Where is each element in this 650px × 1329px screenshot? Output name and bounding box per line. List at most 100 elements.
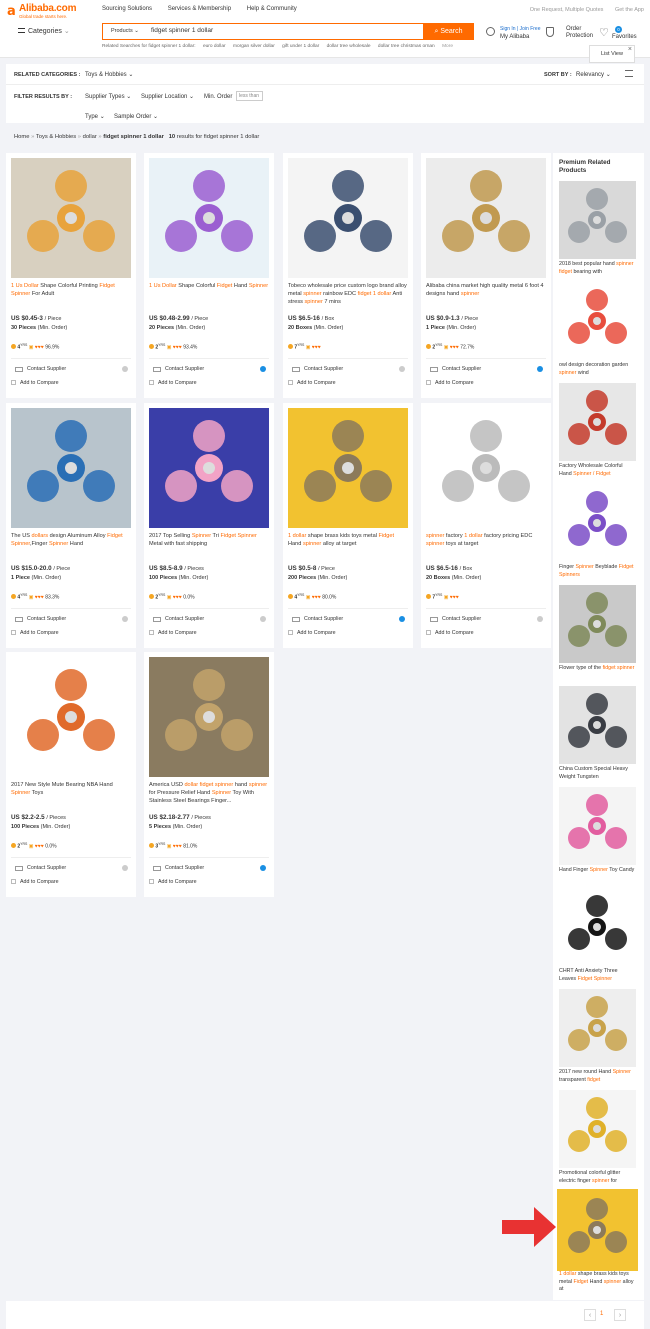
sample-order-dropdown[interactable]: Sample Order ⌄ bbox=[114, 113, 158, 120]
add-to-compare[interactable]: Add to Compare bbox=[149, 879, 197, 885]
alibaba-logo[interactable]: a Alibaba.com Global trade starts here. bbox=[7, 3, 87, 21]
compare-checkbox[interactable] bbox=[149, 879, 154, 884]
compare-checkbox[interactable] bbox=[288, 380, 293, 385]
product-title[interactable]: Alibaba china market high quality metal … bbox=[426, 282, 546, 298]
add-to-compare[interactable]: Add to Compare bbox=[288, 630, 336, 636]
type-dropdown[interactable]: Type ⌄ bbox=[85, 113, 105, 120]
premium-item-image[interactable] bbox=[559, 989, 636, 1067]
related-category-dropdown[interactable]: Toys & Hobbies ⌄ bbox=[85, 71, 133, 78]
product-card[interactable]: Tobeco wholesale price custom logo brand… bbox=[283, 153, 413, 398]
product-title[interactable]: 2017 New Style Mute Bearing NBA Hand Spi… bbox=[11, 781, 131, 797]
product-image[interactable] bbox=[149, 657, 269, 777]
premium-item-image[interactable] bbox=[559, 686, 636, 764]
contact-supplier-button[interactable]: Contact Supplier bbox=[11, 863, 131, 874]
product-title[interactable]: 1 dollar shape brass kids toys metal Fid… bbox=[288, 532, 408, 548]
close-icon[interactable]: × bbox=[628, 41, 632, 58]
nav-sourcing-solutions[interactable]: Sourcing Solutions bbox=[102, 6, 152, 12]
related-search-link[interactable]: dollar tree christmas ornan bbox=[378, 44, 435, 49]
product-image[interactable] bbox=[11, 408, 131, 528]
list-view-popup[interactable]: List View × bbox=[589, 45, 635, 63]
premium-item[interactable]: 2018 best popular hand spinner fidget be… bbox=[559, 181, 636, 276]
premium-item-title[interactable]: Promotional colorful glitter electric fi… bbox=[559, 1170, 636, 1185]
compare-checkbox[interactable] bbox=[11, 630, 16, 635]
list-view-icon[interactable] bbox=[625, 70, 633, 77]
breadcrumb-home[interactable]: Home bbox=[14, 134, 29, 140]
product-image[interactable] bbox=[288, 408, 408, 528]
product-card[interactable]: 1 dollar shape brass kids toys metal Fid… bbox=[283, 403, 413, 648]
premium-item-title[interactable]: Hand Finger Spinner Toy Candy bbox=[559, 867, 636, 875]
search-button[interactable]: ⌕ Search bbox=[423, 23, 474, 40]
next-page-button[interactable]: › bbox=[614, 1309, 626, 1321]
contact-supplier-button[interactable]: Contact Supplier bbox=[149, 614, 269, 625]
chat-status-icon[interactable] bbox=[537, 616, 543, 622]
premium-item[interactable]: Factory Wholesale Colorful Hand Spinner … bbox=[559, 383, 636, 478]
premium-item-title[interactable]: Flower type of the fidget spinner bbox=[559, 665, 636, 673]
breadcrumb-dollar[interactable]: dollar bbox=[83, 134, 97, 140]
my-alibaba-link[interactable]: My Alibaba bbox=[500, 34, 529, 40]
product-title[interactable]: 2017 Top Selling Spinner Tri Fidget Spin… bbox=[149, 532, 269, 548]
prev-page-button[interactable]: ‹ bbox=[584, 1309, 596, 1321]
sort-by-dropdown[interactable]: Relevancy ⌄ bbox=[576, 71, 611, 78]
add-to-compare[interactable]: Add to Compare bbox=[426, 380, 474, 386]
contact-supplier-button[interactable]: Contact Supplier bbox=[426, 364, 546, 375]
premium-item-title[interactable]: CHRT Anti Anxiety Three Leaves Fidget Sp… bbox=[559, 968, 636, 983]
product-card[interactable]: The US dollars design Aluminum Alloy Fid… bbox=[6, 403, 136, 648]
premium-item-image[interactable] bbox=[559, 1090, 636, 1168]
premium-item[interactable]: 2017 new round Hand Spinner transparent … bbox=[559, 989, 636, 1084]
add-to-compare[interactable]: Add to Compare bbox=[11, 380, 59, 386]
get-the-app-link[interactable]: Get the App bbox=[615, 7, 644, 13]
premium-item-title[interactable]: 2017 new round Hand Spinner transparent … bbox=[559, 1069, 636, 1084]
product-card[interactable]: 2017 New Style Mute Bearing NBA Hand Spi… bbox=[6, 652, 136, 897]
product-image[interactable] bbox=[149, 158, 269, 278]
product-title[interactable]: Tobeco wholesale price custom logo brand… bbox=[288, 282, 408, 306]
compare-checkbox[interactable] bbox=[11, 879, 16, 884]
product-title[interactable]: spinner factory 1 dollar factory pricing… bbox=[426, 532, 546, 548]
product-card[interactable]: Alibaba china market high quality metal … bbox=[421, 153, 551, 398]
product-image[interactable] bbox=[149, 408, 269, 528]
compare-checkbox[interactable] bbox=[426, 630, 431, 635]
categories-menu[interactable]: Categories ⌄ bbox=[18, 27, 70, 35]
product-title[interactable]: America USD dollar fidget spinner hand s… bbox=[149, 781, 269, 805]
product-image[interactable] bbox=[288, 158, 408, 278]
premium-item-image[interactable] bbox=[559, 585, 636, 663]
premium-item[interactable]: Finger Spinner Beyblade Fidget Spinners bbox=[559, 484, 636, 579]
contact-supplier-button[interactable]: Contact Supplier bbox=[149, 863, 269, 874]
premium-item[interactable]: Promotional colorful glitter electric fi… bbox=[559, 1090, 636, 1185]
contact-supplier-button[interactable]: Contact Supplier bbox=[149, 364, 269, 375]
premium-item-image[interactable] bbox=[559, 181, 636, 259]
add-to-compare[interactable]: Add to Compare bbox=[288, 380, 336, 386]
premium-item[interactable]: CHRT Anti Anxiety Three Leaves Fidget Sp… bbox=[559, 888, 636, 983]
product-title[interactable]: The US dollars design Aluminum Alloy Fid… bbox=[11, 532, 131, 548]
supplier-location-dropdown[interactable]: Supplier Location ⌄ bbox=[141, 93, 194, 100]
premium-item-title[interactable]: Factory Wholesale Colorful Hand Spinner … bbox=[559, 463, 636, 478]
premium-item[interactable]: Hand Finger Spinner Toy Candy bbox=[559, 787, 636, 875]
product-image[interactable] bbox=[11, 657, 131, 777]
contact-supplier-button[interactable]: Contact Supplier bbox=[426, 614, 546, 625]
current-page[interactable]: 1 bbox=[600, 1311, 603, 1317]
sign-in-link[interactable]: Sign In bbox=[500, 26, 516, 32]
product-card[interactable]: America USD dollar fidget spinner hand s… bbox=[144, 652, 274, 897]
add-to-compare[interactable]: Add to Compare bbox=[11, 879, 59, 885]
premium-item-image[interactable] bbox=[559, 888, 636, 966]
chat-status-icon[interactable] bbox=[122, 366, 128, 372]
premium-item[interactable]: Flower type of the fidget spinner bbox=[559, 585, 636, 673]
premium-item-image[interactable] bbox=[559, 282, 636, 360]
compare-checkbox[interactable] bbox=[149, 380, 154, 385]
premium-item-title[interactable]: 1 dollar shape brass kids toys metal Fid… bbox=[559, 1271, 636, 1294]
product-title[interactable]: 1 Us Dollar Shape Colorful Fidget Hand S… bbox=[149, 282, 269, 290]
contact-supplier-button[interactable]: Contact Supplier bbox=[11, 614, 131, 625]
premium-item[interactable]: 1 dollar shape brass kids toys metal Fid… bbox=[557, 1189, 638, 1294]
favorites-link[interactable]: Favorites bbox=[612, 34, 637, 40]
chat-status-icon[interactable] bbox=[260, 366, 266, 372]
nav-services-membership[interactable]: Services & Membership bbox=[168, 6, 231, 12]
add-to-compare[interactable]: Add to Compare bbox=[11, 630, 59, 636]
chat-status-icon[interactable] bbox=[399, 616, 405, 622]
related-search-link[interactable]: dollar tree wholesale bbox=[327, 44, 371, 49]
premium-item-title[interactable]: Finger Spinner Beyblade Fidget Spinners bbox=[559, 564, 636, 579]
nav-help-community[interactable]: Help & Community bbox=[247, 6, 297, 12]
order-protection-link[interactable]: Order Protection bbox=[566, 26, 600, 40]
premium-item-image[interactable] bbox=[559, 787, 636, 865]
product-title[interactable]: 1 Us Dollar Shape Colorful Printing Fidg… bbox=[11, 282, 131, 298]
compare-checkbox[interactable] bbox=[149, 630, 154, 635]
compare-checkbox[interactable] bbox=[288, 630, 293, 635]
